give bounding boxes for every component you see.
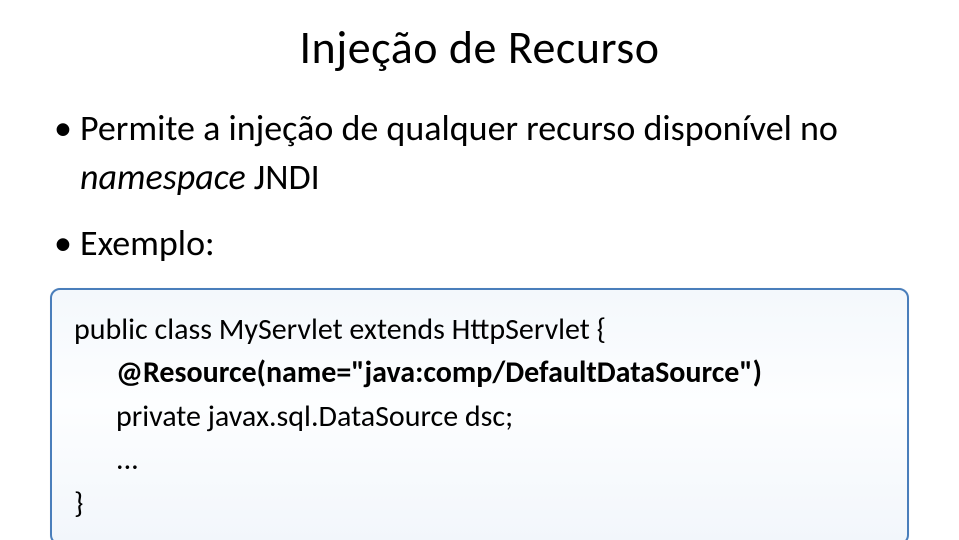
page-title: Injeção de Recurso: [50, 20, 909, 76]
bullet1-pre: Permite a injeção de qualquer recurso di…: [80, 106, 838, 150]
bullet-item-1: Permite a injeção de qualquer recurso di…: [50, 104, 909, 201]
slide: Injeção de Recurso Permite a injeção de …: [0, 0, 959, 540]
code-line-2: @Resource(name="java:comp/DefaultDataSou…: [74, 351, 885, 395]
bullet1-italic: namespace: [80, 155, 246, 199]
code-line-5: }: [74, 482, 885, 526]
bullet1-post: JNDI: [246, 155, 320, 199]
code-line-1: public class MyServlet extends HttpServl…: [74, 308, 885, 352]
code-example-box: public class MyServlet extends HttpServl…: [50, 288, 909, 540]
bullet-list: Permite a injeção de qualquer recurso di…: [50, 104, 909, 268]
bullet-item-2: Exemplo:: [50, 219, 909, 268]
code-line-3: private javax.sql.DataSource dsc;: [74, 395, 885, 439]
code-line-4: ...: [74, 438, 885, 482]
